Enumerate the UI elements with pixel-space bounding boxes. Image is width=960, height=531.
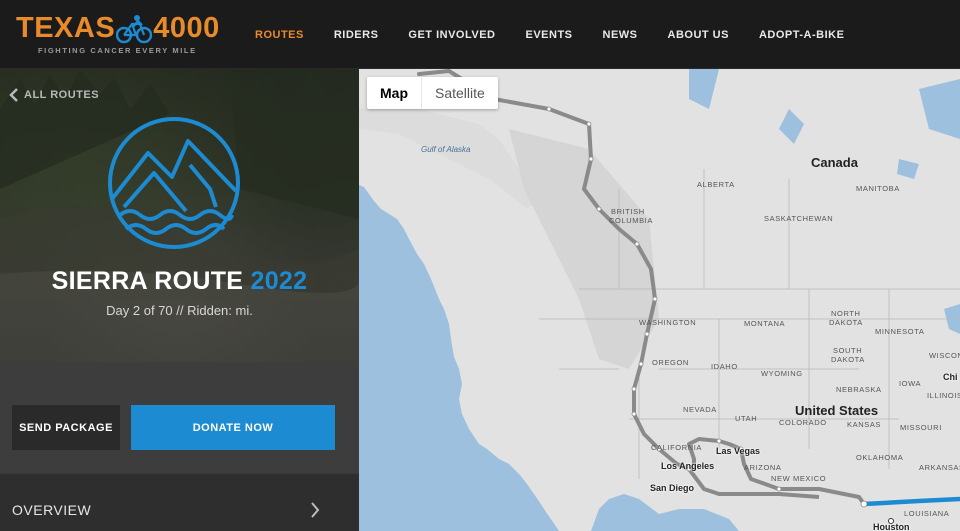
satellite-view-button[interactable]: Satellite [422, 77, 498, 109]
label-south-dakota: DAKOTA [831, 355, 865, 364]
label-los-angeles: Los Angeles [661, 461, 715, 471]
label-gulf-of-alaska: Gulf of Alaska [421, 145, 471, 154]
label-nebraska: NEBRASKA [836, 385, 882, 394]
chevron-left-icon [9, 88, 18, 102]
label-chicago: Chi [943, 372, 958, 382]
texas4000-logo[interactable]: TEXAS 4000 FIGHTING CANCER EVERY MILE [16, 12, 219, 58]
map-view-button[interactable]: Map [367, 77, 422, 109]
logo-name-part1: TEXAS [16, 12, 116, 44]
label-minnesota: MINNESOTA [875, 327, 925, 336]
label-arkansas: ARKANSAS [919, 463, 960, 472]
chevron-right-icon [311, 502, 320, 518]
label-san-diego: San Diego [650, 483, 695, 493]
route-progress-subtitle: Day 2 of 70 // Ridden: mi. [106, 303, 253, 318]
route-year: 2022 [250, 267, 308, 295]
label-oklahoma: OKLAHOMA [856, 453, 904, 462]
nav-item-get-involved[interactable]: GET INVOLVED [408, 29, 495, 41]
nav-item-riders[interactable]: RIDERS [334, 29, 379, 41]
label-wisconsin: WISCONSIN [929, 351, 960, 360]
label-columbia: COLUMBIA [609, 216, 653, 225]
route-title: SIERRA ROUTE 2022 [0, 267, 359, 296]
route-hero: ALL ROUTES SIERRA ROUTE 2022 Day 2 of 70… [0, 69, 359, 362]
map-type-control: Map Satellite [367, 77, 498, 109]
send-package-button[interactable]: SEND PACKAGE [12, 405, 120, 450]
label-wyoming: WYOMING [761, 369, 803, 378]
nav-item-events[interactable]: EVENTS [526, 29, 573, 41]
donate-now-button[interactable]: DONATE NOW [131, 405, 335, 450]
nav-item-about-us[interactable]: ABOUT US [668, 29, 729, 41]
route-name: SIERRA ROUTE [51, 267, 244, 295]
logo-name-part2: 4000 [153, 12, 220, 44]
label-las-vegas: Las Vegas [716, 446, 761, 456]
label-alberta: ALBERTA [697, 180, 735, 189]
label-south: SOUTH [833, 346, 863, 355]
label-idaho: IDAHO [711, 362, 738, 371]
nav-item-adopt-a-bike[interactable]: ADOPT-A-BIKE [759, 29, 844, 41]
overview-accordion[interactable]: OVERVIEW [0, 473, 359, 531]
label-montana: MONTANA [744, 319, 786, 328]
label-missouri: MISSOURI [900, 423, 942, 432]
logo-wordmark: TEXAS 4000 [16, 12, 220, 44]
overview-label: OVERVIEW [12, 502, 92, 518]
label-illinois: ILLINOIS [927, 391, 960, 400]
label-utah: UTAH [735, 414, 758, 423]
label-british: BRITISH [611, 207, 645, 216]
label-canada: Canada [811, 155, 858, 170]
all-routes-link[interactable]: ALL ROUTES [8, 87, 99, 103]
label-washington: WASHINGTON [639, 318, 697, 327]
cyclist-icon [116, 15, 153, 44]
label-kansas: KANSAS [847, 420, 882, 429]
label-arizona: ARIZONA [744, 463, 782, 472]
label-colorado: COLORADO [779, 418, 827, 427]
main-nav: ROUTES RIDERS GET INVOLVED EVENTS NEWS A… [240, 0, 859, 69]
nav-item-routes[interactable]: ROUTES [255, 29, 304, 41]
label-oregon: OREGON [652, 358, 689, 367]
logo-tagline: FIGHTING CANCER EVERY MILE [38, 46, 197, 55]
route-panel: ALL ROUTES SIERRA ROUTE 2022 Day 2 of 70… [0, 69, 359, 531]
label-north: NORTH [831, 309, 861, 318]
label-new-mexico: NEW MEXICO [771, 474, 827, 483]
label-louisiana: LOUISIANA [904, 509, 950, 518]
label-houston: Houston [873, 522, 910, 531]
label-california: CALIFORNIA [651, 443, 703, 452]
label-united-states: United States [795, 403, 879, 418]
label-iowa: IOWA [899, 379, 922, 388]
label-north-dakota: DAKOTA [829, 318, 863, 327]
label-nevada: NEVADA [683, 405, 717, 414]
label-saskatchewan: SASKATCHEWAN [764, 214, 834, 223]
sierra-route-emblem-icon [108, 117, 240, 249]
all-routes-label: ALL ROUTES [24, 89, 100, 101]
nav-item-news[interactable]: NEWS [603, 29, 638, 41]
site-header: TEXAS 4000 FIGHTING CANCER EVERY MILE RO… [0, 0, 960, 69]
label-manitoba: MANITOBA [856, 184, 900, 193]
route-map[interactable]: Map Satellite Canada United States Gulf … [359, 69, 960, 531]
